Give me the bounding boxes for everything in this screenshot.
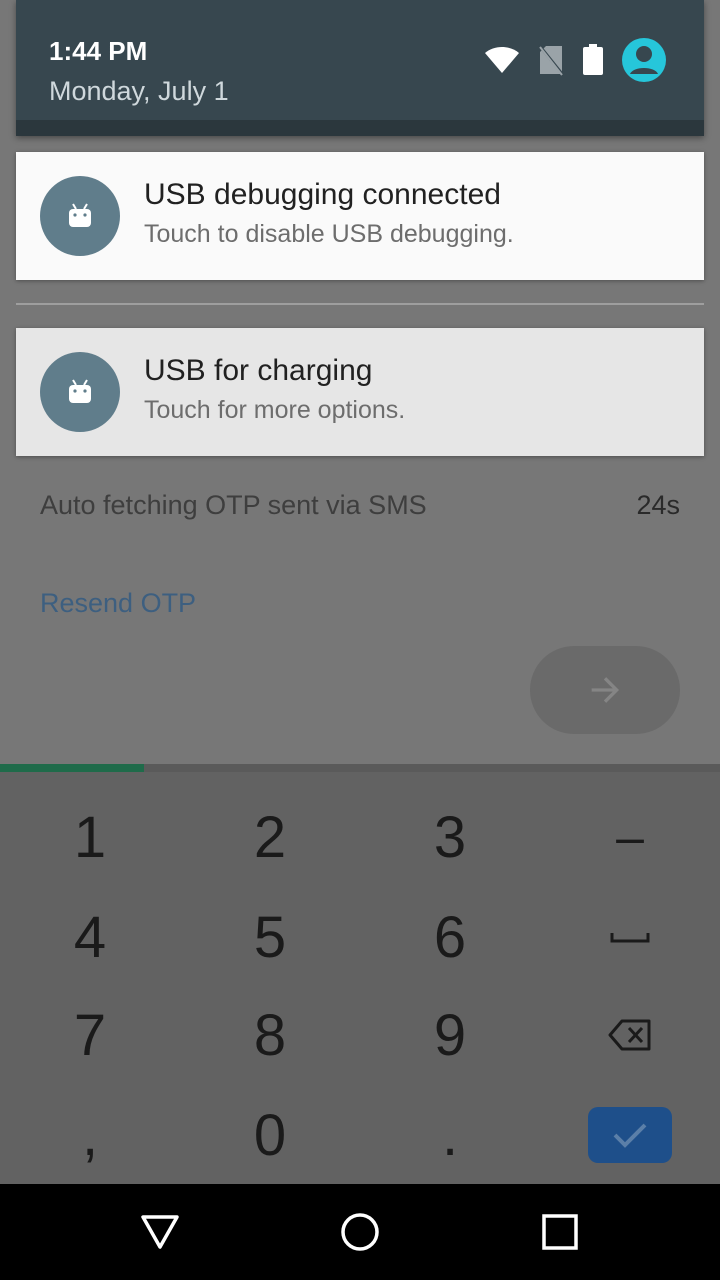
key-7[interactable]: 7: [0, 986, 180, 1084]
notification-icon: [40, 352, 120, 432]
key-minus[interactable]: –: [540, 788, 720, 886]
progress-bar: [0, 764, 720, 772]
key-4[interactable]: 4: [0, 888, 180, 986]
key-backspace[interactable]: [540, 986, 720, 1084]
status-icons: [484, 38, 666, 82]
numeric-keypad: 1 2 3 – 4 5 6 7 8 9 , 0 .: [0, 772, 720, 1184]
key-6[interactable]: 6: [360, 888, 540, 986]
space-icon: [610, 933, 650, 943]
back-icon: [141, 1215, 179, 1249]
shade-header-band: [16, 120, 704, 136]
key-comma[interactable]: ,: [0, 1086, 180, 1184]
notification-usb-charging[interactable]: USB for charging Touch for more options.: [16, 328, 704, 456]
key-5[interactable]: 5: [180, 888, 360, 986]
notification-title: USB for charging: [144, 354, 373, 387]
notification-shade-header: 1:44 PM Monday, July 1: [16, 0, 704, 136]
account-button[interactable]: [622, 38, 666, 82]
done-button[interactable]: [588, 1107, 672, 1163]
date: Monday, July 1: [49, 76, 229, 106]
resend-otp-link[interactable]: Resend OTP: [40, 588, 196, 619]
otp-countdown: 24s: [636, 490, 680, 520]
key-period[interactable]: .: [360, 1086, 540, 1184]
arrow-right-icon: [591, 677, 620, 703]
key-3[interactable]: 3: [360, 788, 540, 886]
notification-divider: [16, 303, 704, 305]
progress-fill: [0, 764, 144, 772]
key-1[interactable]: 1: [0, 788, 180, 886]
recents-button[interactable]: [500, 1184, 620, 1280]
key-8[interactable]: 8: [180, 986, 360, 1084]
notification-subtitle: Touch to disable USB debugging.: [144, 220, 514, 248]
android-debug-icon: [69, 203, 91, 227]
home-icon: [341, 1213, 379, 1251]
backspace-icon: [608, 1019, 651, 1051]
no-sim-icon: [538, 44, 564, 76]
account-icon: [630, 46, 658, 74]
recents-icon: [542, 1214, 578, 1250]
next-button[interactable]: [530, 646, 680, 734]
notification-usb-debugging[interactable]: USB debugging connected Touch to disable…: [16, 152, 704, 280]
checkmark-icon: [613, 1123, 647, 1148]
wifi-icon: [485, 47, 519, 73]
battery-icon: [583, 44, 603, 75]
notification-title: USB debugging connected: [144, 178, 501, 211]
clock: 1:44 PM: [49, 36, 148, 66]
key-9[interactable]: 9: [360, 986, 540, 1084]
android-usb-icon: [69, 379, 91, 403]
otp-status-text: Auto fetching OTP sent via SMS: [40, 490, 427, 520]
key-2[interactable]: 2: [180, 788, 360, 886]
notification-subtitle: Touch for more options.: [144, 396, 406, 424]
key-space[interactable]: [540, 888, 720, 986]
key-0[interactable]: 0: [180, 1086, 360, 1184]
notification-icon: [40, 176, 120, 256]
navigation-bar: [0, 1184, 720, 1280]
back-button[interactable]: [100, 1184, 220, 1280]
home-button[interactable]: [300, 1184, 420, 1280]
key-done[interactable]: [540, 1086, 720, 1184]
